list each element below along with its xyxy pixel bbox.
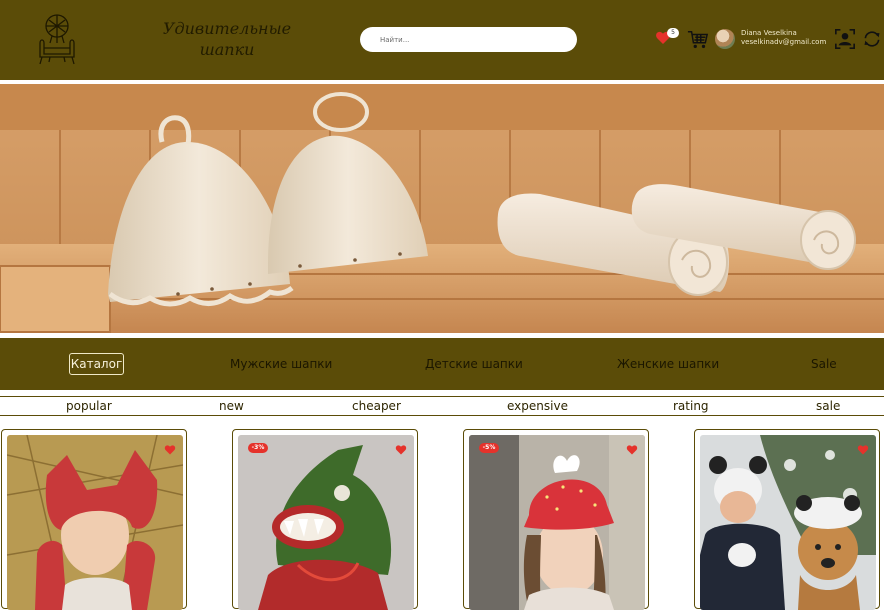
nav-item-womens-hats[interactable]: Женские шапки <box>617 357 719 372</box>
nav-catalog-button[interactable]: Каталог <box>69 353 124 375</box>
site-brand-title[interactable]: Удивительные шапки <box>150 18 304 60</box>
nav-item-kids-hats[interactable]: Детские шапки <box>425 357 523 372</box>
product-image[interactable] <box>700 435 876 610</box>
user-name[interactable]: Diana Veselkina <box>741 29 797 38</box>
discount-badge: -5% <box>479 443 499 453</box>
product-card[interactable] <box>1 429 187 610</box>
sort-bar: popular new cheaper expensive rating sal… <box>0 396 884 416</box>
search-input[interactable] <box>360 27 577 52</box>
user-email: veselkinadv@gmail.com <box>741 38 827 46</box>
sort-rating[interactable]: rating <box>673 399 709 414</box>
discount-badge: -3% <box>248 443 268 453</box>
nav-item-mens-hats[interactable]: Мужские шапки <box>230 357 332 372</box>
site-header: Удивительные шапки 5 Diana Veselkina ves… <box>0 0 884 80</box>
favorite-heart-icon[interactable] <box>857 444 869 456</box>
profile-icon[interactable] <box>834 28 856 50</box>
product-card[interactable]: -5% <box>463 429 649 610</box>
favorites-count-badge: 5 <box>667 28 679 38</box>
cart-icon[interactable] <box>687 29 709 51</box>
category-nav: Каталог Мужские шапки Детские шапки Женс… <box>0 338 884 390</box>
hero-banner-image <box>0 84 884 333</box>
nav-item-sale[interactable]: Sale <box>811 357 837 372</box>
product-card[interactable]: -3% <box>232 429 418 610</box>
logo-icon[interactable] <box>30 10 80 66</box>
product-image[interactable] <box>238 435 414 610</box>
sort-cheaper[interactable]: cheaper <box>352 399 401 414</box>
favorite-heart-icon[interactable] <box>395 444 407 456</box>
sort-expensive[interactable]: expensive <box>507 399 568 414</box>
favorite-heart-icon[interactable] <box>626 444 638 456</box>
product-card[interactable] <box>694 429 880 610</box>
sort-popular[interactable]: popular <box>66 399 112 414</box>
refresh-icon[interactable] <box>862 29 882 49</box>
product-image[interactable] <box>469 435 645 610</box>
hero-banner[interactable] <box>0 84 884 333</box>
user-avatar[interactable] <box>715 29 735 49</box>
sort-new[interactable]: new <box>219 399 244 414</box>
product-image[interactable] <box>7 435 183 610</box>
favorite-heart-icon[interactable] <box>164 444 176 456</box>
sort-sale[interactable]: sale <box>816 399 840 414</box>
